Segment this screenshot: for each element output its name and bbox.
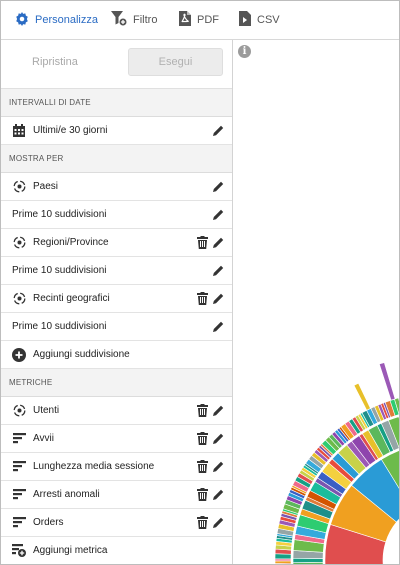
drill-icon xyxy=(12,404,26,418)
trash-icon[interactable] xyxy=(197,236,209,249)
metric-label: Utenti xyxy=(33,405,60,416)
date-range-row[interactable]: Ultimi/e 30 giorni xyxy=(1,117,232,145)
section-header-metriche: METRICHE xyxy=(1,369,232,397)
pencil-icon[interactable] xyxy=(213,181,225,193)
sunburst-spike[interactable] xyxy=(353,382,371,411)
calendar-icon xyxy=(12,124,26,138)
drill-icon xyxy=(12,292,26,306)
breakdown-row[interactable]: Prime 10 suddivisioni xyxy=(1,201,232,229)
add-metric-button[interactable]: Aggiungi metrica xyxy=(1,537,232,564)
metric-label: Arresti anomali xyxy=(33,489,100,500)
pencil-icon[interactable] xyxy=(213,321,225,333)
esegui-button[interactable]: Esegui xyxy=(128,48,223,76)
pencil-icon[interactable] xyxy=(213,237,225,249)
sunburst-segment[interactable] xyxy=(292,557,324,564)
filtro-button[interactable]: Filtro xyxy=(111,1,157,39)
section-header-date: INTERVALLI DI DATE xyxy=(1,89,232,117)
metric-row-orders[interactable]: Orders xyxy=(1,509,232,537)
action-bar: Ripristina Esegui xyxy=(1,40,232,89)
section-header-mostra: MOSTRA PER xyxy=(1,145,232,173)
dimension-label: Paesi xyxy=(33,181,59,192)
trash-icon[interactable] xyxy=(197,460,209,473)
plus-circle-icon xyxy=(12,347,26,362)
pencil-icon[interactable] xyxy=(213,517,225,529)
trash-icon[interactable] xyxy=(197,488,209,501)
metric-row-avvii[interactable]: Avvii xyxy=(1,425,232,453)
dimension-label: Regioni/Province xyxy=(33,237,109,248)
pencil-icon[interactable] xyxy=(213,293,225,305)
add-breakdown-button[interactable]: Aggiungi suddivisione xyxy=(1,341,232,369)
pencil-icon[interactable] xyxy=(213,265,225,277)
pencil-icon[interactable] xyxy=(213,125,225,137)
bar-metric-icon xyxy=(12,432,26,446)
ripristina-button[interactable]: Ripristina xyxy=(32,56,78,68)
trash-icon[interactable] xyxy=(197,404,209,417)
pdf-icon xyxy=(179,11,197,29)
bar-metric-icon xyxy=(12,460,26,474)
personalizza-button[interactable]: Personalizza xyxy=(15,1,98,39)
breakdown-row[interactable]: Prime 10 suddivisioni xyxy=(1,313,232,341)
sunburst-chart-area: i xyxy=(233,40,399,565)
pencil-icon[interactable] xyxy=(213,489,225,501)
csv-file-icon xyxy=(239,11,257,29)
drill-icon xyxy=(12,236,26,250)
breakdown-label: Prime 10 suddivisioni xyxy=(12,321,107,332)
pencil-icon[interactable] xyxy=(213,209,225,221)
csv-label: CSV xyxy=(257,14,280,26)
bar-metric-icon xyxy=(12,488,26,502)
toolbar: Personalizza Filtro PDF CSV xyxy=(1,1,399,40)
gear-icon xyxy=(15,11,35,29)
dimension-label: Recinti geografici xyxy=(33,293,110,304)
dimension-row-paesi[interactable]: Paesi xyxy=(1,173,232,201)
sunburst-chart[interactable] xyxy=(233,40,399,565)
trash-icon[interactable] xyxy=(197,516,209,529)
date-range-label: Ultimi/e 30 giorni xyxy=(33,125,108,136)
drill-icon xyxy=(12,180,26,194)
filter-icon xyxy=(111,11,133,29)
breakdown-row[interactable]: Prime 10 suddivisioni xyxy=(1,257,232,285)
sunburst-spike[interactable] xyxy=(378,362,396,401)
metric-label: Lunghezza media sessione xyxy=(33,461,155,472)
csv-button[interactable]: CSV xyxy=(239,1,280,39)
metric-row-lunghezza[interactable]: Lunghezza media sessione xyxy=(1,453,232,481)
trash-icon[interactable] xyxy=(197,292,209,305)
metric-row-utenti[interactable]: Utenti xyxy=(1,397,232,425)
metric-label: Orders xyxy=(33,517,64,528)
settings-panel: Ripristina Esegui INTERVALLI DI DATE Ult… xyxy=(1,40,233,564)
metric-label: Avvii xyxy=(33,433,54,444)
pencil-icon[interactable] xyxy=(213,461,225,473)
pencil-icon[interactable] xyxy=(213,433,225,445)
filtro-label: Filtro xyxy=(133,14,158,26)
breakdown-label: Prime 10 suddivisioni xyxy=(12,209,107,220)
metric-row-arresti[interactable]: Arresti anomali xyxy=(1,481,232,509)
pdf-label: PDF xyxy=(197,14,219,26)
sunburst-segment[interactable] xyxy=(274,560,292,564)
dimension-row-regioni[interactable]: Regioni/Province xyxy=(1,229,232,257)
info-icon[interactable]: i xyxy=(238,45,251,58)
trash-icon[interactable] xyxy=(197,432,209,445)
personalizza-label: Personalizza xyxy=(35,14,98,26)
add-metric-icon xyxy=(12,544,26,558)
add-metric-label: Aggiungi metrica xyxy=(33,545,108,556)
add-breakdown-label: Aggiungi suddivisione xyxy=(33,349,130,360)
pencil-icon[interactable] xyxy=(213,405,225,417)
dimension-row-recinti[interactable]: Recinti geografici xyxy=(1,285,232,313)
app-frame: Personalizza Filtro PDF CSV Ripristina E… xyxy=(0,0,400,565)
breakdown-label: Prime 10 suddivisioni xyxy=(12,265,107,276)
bar-metric-icon xyxy=(12,516,26,530)
pdf-button[interactable]: PDF xyxy=(179,1,219,39)
